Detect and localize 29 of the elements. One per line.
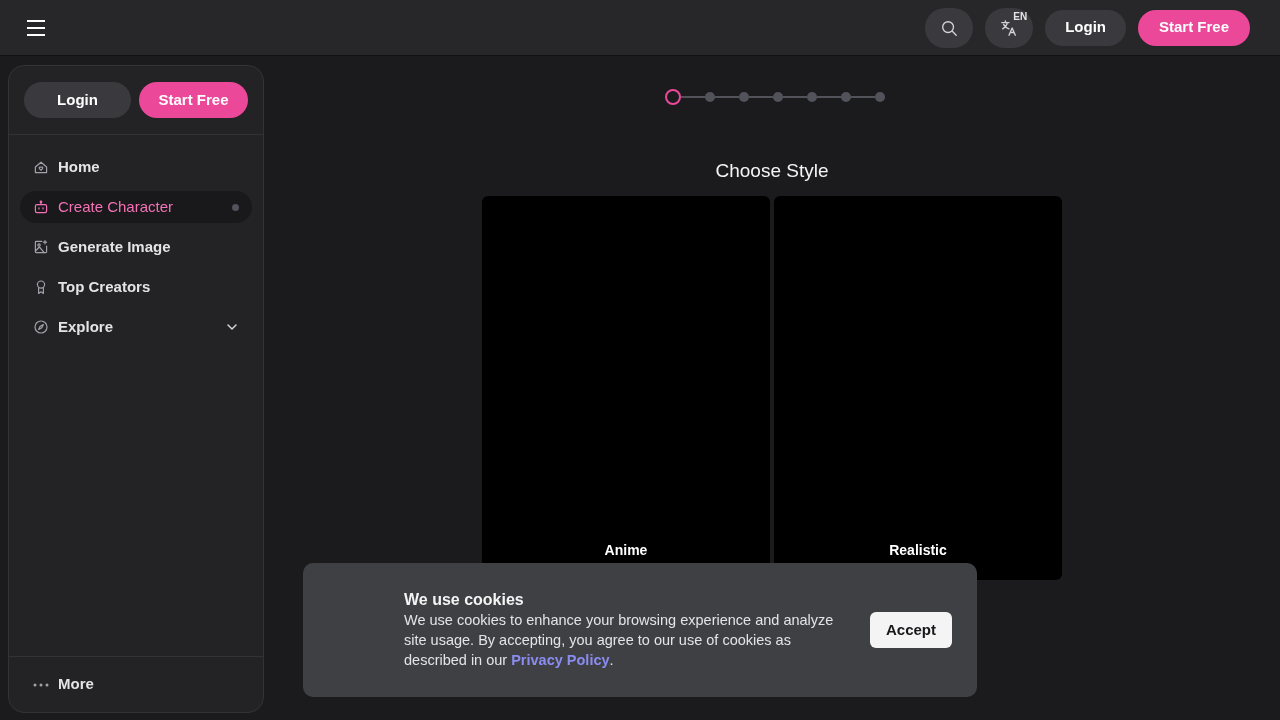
language-code: EN	[1013, 9, 1028, 24]
accept-button[interactable]: Accept	[869, 612, 952, 648]
menu-icon[interactable]	[26, 17, 46, 38]
cookie-title: We use cookies	[404, 590, 525, 610]
translate-icon	[1000, 18, 1019, 37]
login-button[interactable]: Login	[1045, 9, 1126, 46]
language-button[interactable]: EN	[985, 7, 1034, 48]
more-icon	[33, 682, 49, 687]
sidebar-item[interactable]: Top Creators	[20, 271, 252, 303]
start-free-button[interactable]: Start Free	[1137, 9, 1250, 46]
style-label: Anime	[604, 540, 648, 560]
style-label: Realistic	[889, 540, 947, 560]
sidebar-item[interactable]: Create Character	[20, 191, 252, 223]
privacy-policy-link[interactable]: Privacy Policy	[511, 652, 610, 668]
sidebar-item[interactable]: Explore	[20, 311, 252, 343]
image-plus-icon	[33, 239, 49, 255]
cookie-message: We use cookies to enhance your browsing experience and analyze site usage. By accepting, you agree to our use of cookies as described in our Privacy Policy.	[404, 611, 835, 670]
start-free-button[interactable]: Start Free	[139, 82, 248, 118]
search-icon	[940, 18, 959, 37]
compass-icon	[33, 319, 49, 335]
home-icon	[33, 159, 49, 175]
style-card[interactable]: Realistic	[774, 195, 1062, 580]
login-button[interactable]: Login	[24, 82, 131, 118]
search-button[interactable]	[925, 7, 974, 48]
robot-icon	[33, 199, 49, 215]
sidebar-item[interactable]: Generate Image	[20, 231, 252, 263]
more-link[interactable]: More	[58, 673, 94, 696]
page-title: Choose Style	[715, 159, 829, 183]
sidebar-item[interactable]: Home	[20, 151, 252, 183]
